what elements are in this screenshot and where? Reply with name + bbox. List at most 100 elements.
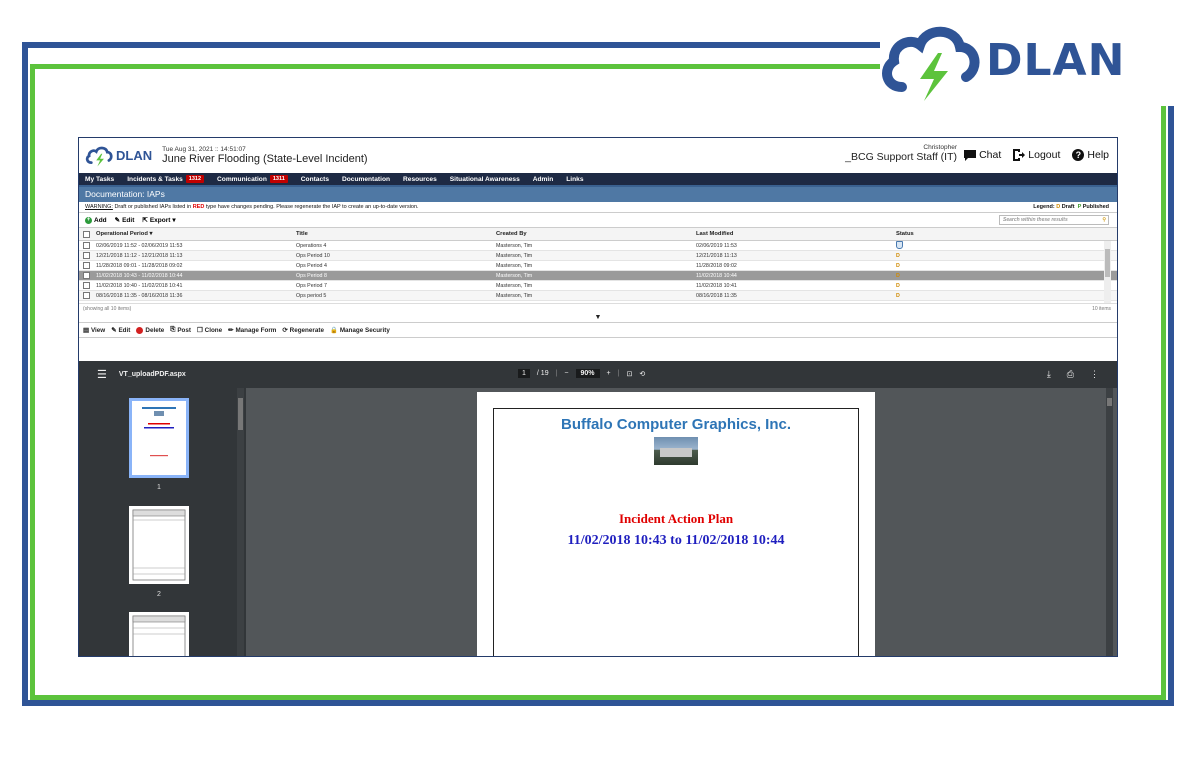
delete-icon — [136, 326, 144, 334]
thumbnail-panel: 1 2 — [79, 388, 246, 656]
chat-button[interactable]: Chat — [964, 149, 1001, 161]
clone-button[interactable]: ❐ Clone — [197, 327, 222, 334]
page-number-input[interactable]: 1 — [518, 369, 530, 378]
action-label: Post — [177, 326, 191, 334]
row-checkbox[interactable] — [79, 262, 93, 269]
nav-communication[interactable]: Communication 1311 — [217, 175, 288, 183]
manage-security-button[interactable]: 🔒 Manage Security — [330, 326, 390, 335]
caret-down-icon: ▼ — [594, 314, 602, 321]
edit-button[interactable]: ✎ Edit — [115, 216, 135, 225]
nav-label: Contacts — [300, 175, 330, 183]
cell-created-by: Masterson, Tim — [496, 262, 533, 269]
edit-icon: ✎ — [111, 326, 117, 334]
user-role: _BCG Support Staff (IT) — [845, 151, 957, 163]
sort-desc-icon: ▾ — [149, 231, 153, 237]
help-button[interactable]: ? Help — [1072, 149, 1109, 161]
manage-form-button[interactable]: ✏ Manage Form — [228, 327, 276, 334]
zoom-in-button[interactable]: + — [607, 370, 611, 377]
pdf-scrollbar[interactable] — [1106, 388, 1113, 656]
nav-contacts[interactable]: Contacts — [301, 176, 329, 183]
view-button[interactable]: ▤ View — [83, 327, 105, 334]
scrollbar-thumb[interactable] — [1107, 398, 1112, 406]
nav-links[interactable]: Links — [566, 176, 583, 183]
delete-button[interactable]: Delete — [136, 326, 164, 334]
zoom-level-input[interactable]: 90% — [575, 369, 600, 378]
add-button[interactable]: + Add — [85, 216, 107, 224]
thumbnail-page[interactable] — [129, 398, 189, 478]
table-row[interactable]: 11/02/2018 10:40 - 11/02/2018 10:41 Ops … — [79, 281, 1117, 291]
search-input[interactable]: Search within these results ⚲ — [999, 215, 1109, 225]
nav-incidents-tasks[interactable]: Incidents & Tasks 1312 — [127, 175, 205, 183]
cell-period: 11/02/2018 10:43 - 11/02/2018 10:44 — [96, 272, 183, 279]
cell-status: D — [896, 292, 900, 299]
cell-title: Ops Period 4 — [296, 262, 327, 269]
scrollbar-thumb[interactable] — [238, 398, 243, 430]
table-row[interactable]: 12/21/2018 11:12 - 12/21/2018 11:13 Ops … — [79, 251, 1117, 261]
table-row[interactable]: 08/16/2018 11:35 - 08/16/2018 11:36 Ops … — [79, 291, 1117, 301]
nav-documentation[interactable]: Documentation — [342, 176, 390, 183]
divider: | — [555, 370, 558, 377]
col-created-by[interactable]: Created By — [496, 231, 696, 237]
app-logo[interactable]: DLAN — [85, 145, 152, 167]
col-operational-period[interactable]: Operational Period ▾ — [93, 231, 296, 237]
brand-name: DLAN — [986, 34, 1126, 86]
table-row-selected[interactable]: 11/02/2018 10:43 - 11/02/2018 10:44 Ops … — [79, 271, 1117, 281]
pdf-viewer: ☰ VT_uploadPDF.aspx 1 / 19 | − 90% + | ⊡… — [79, 361, 1117, 656]
col-status[interactable]: Status — [896, 231, 996, 237]
thumbnail-page[interactable] — [129, 506, 189, 584]
pdf-pager: 1 / 19 | − 90% + | ⊡ ⟲ — [518, 369, 645, 378]
edit-doc-button[interactable]: ✎ Edit — [111, 327, 130, 334]
scrollbar-thumb[interactable] — [1105, 249, 1110, 277]
print-icon[interactable]: ⎙ — [1067, 369, 1074, 380]
row-checkbox[interactable] — [79, 272, 93, 279]
expand-grid-toggle[interactable]: ▼ — [79, 313, 1117, 323]
nav-label: My Tasks — [85, 175, 115, 183]
cell-title: Ops Period 10 — [296, 252, 330, 259]
action-label: View — [90, 326, 106, 334]
table-row[interactable]: 11/28/2018 09:01 - 11/28/2018 09:02 Ops … — [79, 261, 1117, 271]
logout-button[interactable]: Logout — [1013, 149, 1060, 161]
chat-label: Chat — [979, 149, 1002, 161]
warning-text-b: type have changes pending. Please regene… — [205, 204, 419, 210]
brand-logo: DLAN — [880, 14, 1180, 106]
row-checkbox[interactable] — [79, 242, 93, 249]
nav-admin[interactable]: Admin — [533, 176, 554, 183]
thumbnail-page[interactable] — [129, 612, 189, 656]
nav-situational-awareness[interactable]: Situational Awareness — [450, 176, 520, 183]
legend-published: Published — [1082, 204, 1109, 210]
action-label: Regenerate — [289, 326, 324, 334]
cell-last-modified: 02/06/2019 11:53 — [696, 242, 737, 249]
menu-icon[interactable]: ☰ — [97, 368, 107, 381]
help-label: Help — [1087, 149, 1109, 161]
cell-status: D — [896, 252, 900, 259]
fit-page-icon[interactable]: ⊡ — [626, 370, 632, 378]
warning-text-a: Draft or published IAPs listed in — [114, 204, 192, 210]
user-name: Christopher — [923, 144, 957, 151]
col-title[interactable]: Title — [296, 231, 496, 237]
more-options-icon[interactable]: ⋮ — [1090, 369, 1099, 380]
row-checkbox[interactable] — [79, 282, 93, 289]
regenerate-button[interactable]: ⟳ Regenerate — [282, 327, 324, 334]
building-photo — [654, 437, 698, 465]
rotate-icon[interactable]: ⟲ — [639, 370, 645, 378]
user-info: Christopher _BCG Support Staff (IT) — [845, 144, 957, 163]
action-label: Clone — [204, 326, 223, 334]
table-row[interactable]: 02/06/2019 11:52 - 02/06/2019 11:53 Oper… — [79, 241, 1117, 251]
col-last-modified[interactable]: Last Modified — [696, 231, 896, 237]
grid-scrollbar[interactable] — [1104, 241, 1111, 303]
nav-my-tasks[interactable]: My Tasks — [85, 176, 114, 183]
search-icon[interactable]: ⚲ — [1102, 216, 1106, 224]
nav-resources[interactable]: Resources — [403, 176, 437, 183]
legend-draft: Draft — [1061, 204, 1075, 210]
pdf-right-actions: ⤓ ⎙ ⋮ — [1047, 369, 1099, 380]
cell-period: 12/21/2018 11:12 - 12/21/2018 11:13 — [96, 252, 183, 259]
export-button[interactable]: ⇱ Export ▾ — [142, 216, 175, 225]
row-checkbox[interactable] — [79, 292, 93, 299]
add-label: Add — [94, 216, 107, 224]
thumbnail-scrollbar[interactable] — [237, 388, 244, 656]
select-all-checkbox[interactable] — [79, 230, 93, 238]
zoom-out-button[interactable]: − — [564, 370, 568, 377]
row-checkbox[interactable] — [79, 252, 93, 259]
post-button[interactable]: ⎘ Post — [170, 326, 191, 334]
download-icon[interactable]: ⤓ — [1047, 369, 1051, 380]
